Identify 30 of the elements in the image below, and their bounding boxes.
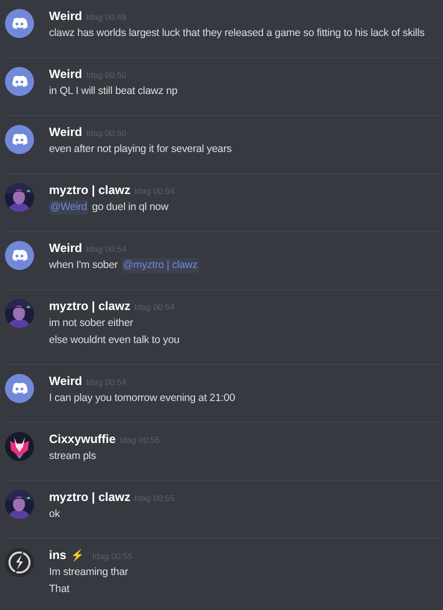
discord-logo-icon (5, 67, 34, 96)
message-text: go duel in ql now (92, 200, 168, 215)
discord-logo-icon (5, 374, 34, 403)
author-name[interactable]: Weird (49, 239, 82, 257)
author-name[interactable]: Weird (49, 372, 82, 390)
author-name[interactable]: Weird (49, 123, 82, 141)
message-text: clawz has worlds largest luck that they released a game so fitting to his lack of skills (49, 26, 424, 41)
message-text: stream pls (49, 448, 96, 464)
discord-logo-icon (5, 241, 34, 270)
message-text: else wouldnt even talk to you (49, 332, 180, 348)
wolf-avatar-icon (5, 432, 34, 461)
author-name[interactable]: myztro | clawz (49, 488, 130, 506)
message-text: im not sober either (49, 316, 134, 331)
message-text: ok (49, 506, 60, 522)
author-name[interactable]: ins (49, 546, 66, 564)
author-name[interactable]: Weird (49, 7, 82, 25)
lightning-emoji: ⚡ (70, 548, 84, 564)
message-text: That (49, 582, 70, 597)
author-name[interactable]: Cixxywuffie (49, 430, 116, 448)
author-name[interactable]: myztro | clawz (49, 181, 130, 199)
message-text: in QL I will still beat clawz np (49, 84, 178, 99)
author-name[interactable]: myztro | clawz (49, 297, 130, 315)
discord-logo-icon (5, 9, 34, 38)
message-text: I can play you tomorrow evening at 21:00 (49, 390, 236, 406)
message-text: Im streaming thar (49, 564, 128, 580)
author-name[interactable]: Weird (49, 65, 82, 83)
message-text: even after not playing it for several years (49, 142, 232, 157)
discord-logo-icon (5, 125, 34, 154)
lightning-bolt-avatar-icon (5, 548, 34, 577)
message-text: when I'm sober (49, 258, 118, 273)
